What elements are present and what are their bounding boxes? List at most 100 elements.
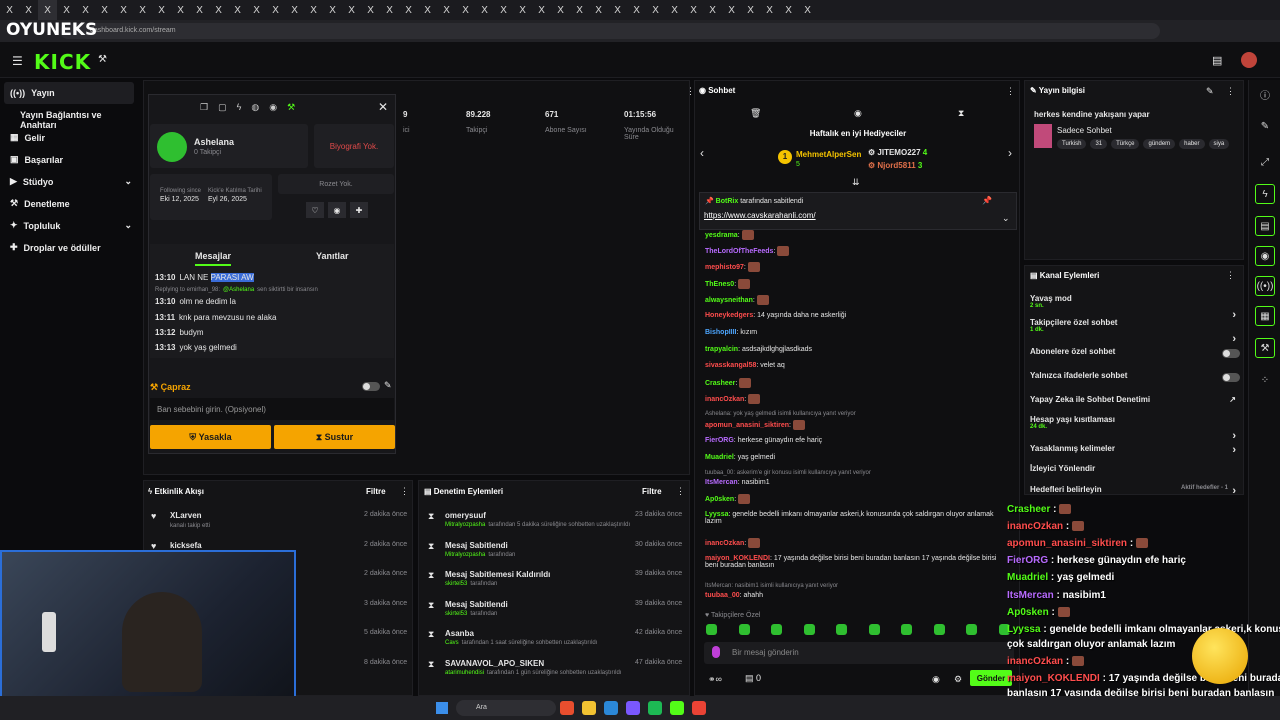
chat-icon[interactable]: ◉ bbox=[269, 102, 277, 113]
chat-username[interactable]: mephisto97 bbox=[705, 264, 744, 271]
browser-tab[interactable]: X bbox=[437, 0, 456, 20]
chat-username[interactable]: inancOzkan bbox=[705, 396, 744, 403]
add-user-icon[interactable]: ✚ bbox=[350, 202, 368, 218]
chat-username[interactable]: BishopIIII bbox=[705, 329, 737, 336]
channel-action-row[interactable]: Hedefleri belirleyin Aktif hedefler - 1 › bbox=[1030, 485, 1240, 497]
browser-tab[interactable]: X bbox=[323, 0, 342, 20]
chat-username[interactable]: Lyyssa bbox=[705, 511, 728, 518]
browser-tab[interactable]: X bbox=[190, 0, 209, 20]
tab-mesajlar[interactable]: Mesajlar bbox=[195, 251, 232, 266]
browser-tab[interactable]: X bbox=[722, 0, 741, 20]
sidebar-item-basarilar[interactable]: ▣ Başarılar bbox=[10, 154, 63, 165]
channel-action-row[interactable]: Abonelere özel sohbet bbox=[1030, 347, 1240, 358]
copy-icon[interactable]: ❐ bbox=[200, 102, 208, 113]
activity-filter-button[interactable]: Filtre bbox=[366, 487, 386, 496]
channel-action-row[interactable]: Yavaş mod 2 sn. › bbox=[1030, 294, 1240, 321]
browser-tab[interactable]: X bbox=[266, 0, 285, 20]
browser-tab[interactable]: X bbox=[475, 0, 494, 20]
expand-icon[interactable]: ⤢ bbox=[1255, 152, 1275, 172]
browser-tab[interactable]: X bbox=[114, 0, 133, 20]
activity-user[interactable]: XLarven bbox=[170, 511, 202, 520]
emote-icon[interactable] bbox=[868, 624, 880, 635]
browser-tab[interactable]: X bbox=[95, 0, 114, 20]
browser-tab[interactable]: X bbox=[285, 0, 304, 20]
chat-username[interactable]: Crasheer bbox=[705, 380, 735, 387]
globe-icon[interactable]: ◍ bbox=[251, 102, 259, 113]
gifter-2[interactable]: ⚙ JITEMO227 4 bbox=[868, 148, 927, 157]
stream-tag[interactable]: 31 bbox=[1090, 139, 1108, 149]
chat-username[interactable]: maiyon_KOKLENDI bbox=[705, 555, 770, 562]
edit-icon[interactable]: ✎ bbox=[384, 380, 392, 391]
bolt-icon[interactable]: ϟ bbox=[1255, 184, 1275, 204]
window-icon[interactable]: ▢ bbox=[218, 102, 227, 113]
heart-icon[interactable]: ♡ bbox=[306, 202, 324, 218]
moderation-filter-button[interactable]: Filtre bbox=[642, 487, 662, 496]
send-button[interactable]: Gönder bbox=[970, 670, 1012, 686]
windows-start-icon[interactable] bbox=[436, 702, 448, 714]
browser-tab[interactable]: X bbox=[57, 0, 76, 20]
browser-tab[interactable]: X bbox=[779, 0, 798, 20]
chat-icon[interactable]: ◉ bbox=[854, 108, 862, 119]
browser-tab[interactable]: X bbox=[627, 0, 646, 20]
stream-tag[interactable]: Turkish bbox=[1057, 139, 1087, 149]
browser-tab[interactable]: X bbox=[532, 0, 551, 20]
more-icon[interactable]: ⋮ bbox=[1226, 270, 1235, 281]
channel-action-row[interactable]: Yalnızca ifadelerle sohbet bbox=[1030, 371, 1240, 382]
emote-icon[interactable] bbox=[966, 624, 978, 635]
activity-user[interactable]: kicksefa bbox=[170, 541, 202, 550]
discord-icon[interactable] bbox=[626, 701, 640, 715]
hammer-icon[interactable]: ⚒ bbox=[287, 102, 295, 113]
sidebar-item-yayin[interactable]: ((•)) Yayın bbox=[10, 88, 55, 98]
channel-action-row[interactable]: Hesap yaşı kısıtlaması 24 dk. › bbox=[1030, 415, 1240, 442]
more-icon[interactable]: ⋮ bbox=[1226, 86, 1235, 97]
chat-icon[interactable]: ◉ bbox=[1255, 246, 1275, 266]
toggle-switch[interactable] bbox=[1222, 349, 1240, 358]
hourglass-icon[interactable]: ⧗ bbox=[958, 108, 964, 119]
chat-username[interactable]: sivasskangal58 bbox=[705, 362, 756, 369]
chat-username[interactable]: trapyalcin bbox=[705, 346, 738, 353]
spotify-icon[interactable] bbox=[648, 701, 662, 715]
chat-bubble-icon[interactable]: ◉ bbox=[932, 674, 940, 685]
scroll-down-icon[interactable]: ⇊ bbox=[852, 177, 860, 188]
chat-username[interactable]: apomun_anasini_siktiren bbox=[705, 422, 789, 429]
browser-tab[interactable]: X bbox=[152, 0, 171, 20]
tools-icon[interactable]: ⚒ bbox=[98, 54, 107, 65]
menu-icon[interactable]: ☰ bbox=[12, 54, 23, 68]
browser-tab[interactable]: X bbox=[228, 0, 247, 20]
emote-icon[interactable] bbox=[836, 624, 848, 635]
sidebar-item-denetleme[interactable]: ⚒ Denetleme bbox=[10, 198, 70, 209]
eye-icon[interactable]: ◉ bbox=[328, 202, 346, 218]
sidebar-item-stream-key[interactable]: Yayın Bağlantısı ve Anahtarı bbox=[20, 110, 140, 130]
browser-tab[interactable]: X bbox=[798, 0, 817, 20]
browser-tab[interactable]: X bbox=[133, 0, 152, 20]
link-icon[interactable]: ⚭∞ bbox=[708, 674, 722, 685]
browser-tab[interactable]: X bbox=[38, 0, 57, 20]
edit-icon[interactable]: ✎ bbox=[1206, 86, 1214, 97]
kick-logo[interactable]: KICK bbox=[34, 50, 91, 74]
emote-icon[interactable] bbox=[771, 624, 783, 635]
address-bar[interactable]: dashboard.kick.com/stream bbox=[60, 23, 1160, 39]
browser-tab[interactable]: X bbox=[589, 0, 608, 20]
chevron-down-icon[interactable]: ⌄ bbox=[1002, 213, 1010, 224]
close-icon[interactable]: ✕ bbox=[378, 100, 388, 114]
chat-username[interactable]: alwaysneithan bbox=[705, 297, 753, 304]
chat-username[interactable]: FierORG bbox=[705, 437, 734, 444]
chat-input[interactable]: Bir mesaj gönderin bbox=[704, 642, 1014, 664]
emote-icon[interactable] bbox=[803, 624, 815, 635]
stream-tag[interactable]: siya bbox=[1208, 139, 1230, 149]
chat-username[interactable]: TheLordOfTheFeeds bbox=[705, 248, 773, 255]
browser-tab[interactable]: X bbox=[399, 0, 418, 20]
kick-app-icon[interactable] bbox=[670, 701, 684, 715]
box-icon[interactable]: ▦ bbox=[1255, 306, 1275, 326]
browser-tab[interactable]: X bbox=[0, 0, 19, 20]
app-icon[interactable] bbox=[560, 701, 574, 715]
hammer-icon[interactable]: ⚒ bbox=[1255, 338, 1275, 358]
chat-username[interactable]: Honeykedgers bbox=[705, 312, 753, 319]
channel-action-row[interactable]: İzleyici Yönlendir bbox=[1030, 464, 1240, 473]
browser-tab[interactable]: X bbox=[703, 0, 722, 20]
browser-tab[interactable]: X bbox=[665, 0, 684, 20]
chat-username[interactable]: Muadriel bbox=[705, 454, 734, 461]
emote-icon[interactable] bbox=[901, 624, 913, 635]
chat-username[interactable]: yesdrama bbox=[705, 232, 738, 239]
taskbar-search[interactable]: Ara bbox=[456, 700, 556, 716]
